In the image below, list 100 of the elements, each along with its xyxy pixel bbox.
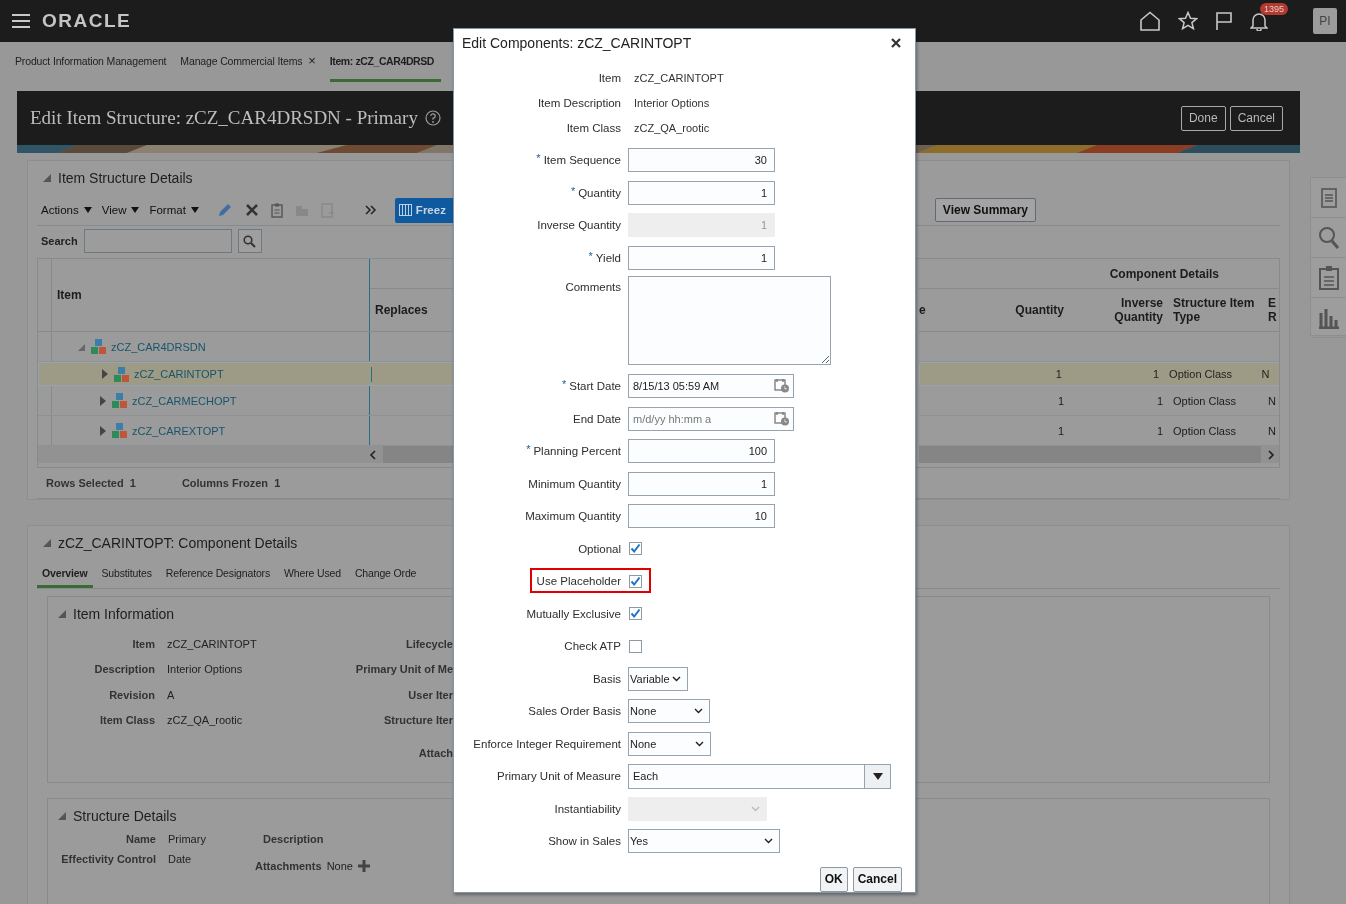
field-label: Enforce Integer Requirement	[473, 737, 621, 750]
star-icon[interactable]	[1178, 11, 1198, 31]
field-value: Primary	[168, 833, 207, 845]
dropdown[interactable]: None	[628, 731, 711, 756]
tab[interactable]: Reference Designators	[160, 560, 276, 588]
collapse-icon[interactable]	[42, 538, 52, 548]
number-field[interactable]: 1	[628, 180, 775, 205]
tab[interactable]: Where Used	[279, 560, 346, 588]
dialog-title: Edit Components: zCZ_CARINTOPT	[462, 35, 692, 51]
flag-icon[interactable]	[1215, 11, 1233, 31]
more-icon[interactable]	[364, 204, 377, 216]
required-mark: *	[561, 378, 567, 391]
help-icon[interactable]	[424, 110, 441, 126]
column-header: Inverse Quantity	[1113, 296, 1163, 324]
nav-tab[interactable]: Product Information Management	[15, 42, 174, 82]
chevron-icon	[672, 675, 681, 682]
field-label: Primary Unit of Me	[355, 662, 453, 678]
clipboard-icon[interactable]	[270, 202, 283, 218]
chevron-icon	[751, 805, 760, 812]
document-icon	[1320, 187, 1337, 208]
dropdown[interactable]: None	[628, 699, 710, 724]
chevron-icon	[764, 838, 773, 845]
date-field[interactable]: m/d/yy hh:mm a	[628, 406, 794, 431]
scrollbar[interactable]	[919, 446, 1261, 463]
pencil-icon[interactable]	[216, 202, 233, 218]
column-header: Quantity	[1015, 303, 1064, 317]
item-structure-icon	[114, 366, 129, 382]
scrollbar[interactable]	[383, 446, 454, 463]
calendar-icon[interactable]	[774, 410, 790, 426]
dropdown[interactable]: Variable	[628, 666, 688, 691]
chevron-icon	[695, 740, 704, 747]
number-field[interactable]: 30	[628, 148, 775, 173]
search-button[interactable]	[237, 229, 262, 253]
expand-icon[interactable]	[99, 425, 107, 436]
required-mark: *	[588, 249, 593, 262]
page-title: Edit Item Structure: zCZ_CAR4DRSDN - Primary	[30, 107, 418, 129]
menu-icon[interactable]	[12, 14, 30, 28]
add-icon[interactable]	[357, 860, 370, 872]
number-field[interactable]: 1	[628, 245, 775, 270]
field-label: Sales Order Basis	[528, 705, 621, 718]
home-icon[interactable]	[1139, 11, 1161, 31]
table-cell: N	[1268, 423, 1276, 438]
table-status: Rows Selected 1	[46, 477, 136, 489]
bar-chart-icon	[1317, 306, 1340, 329]
combo-field[interactable]: Each	[628, 763, 891, 789]
menu-button[interactable]: View	[97, 204, 144, 216]
dialog-button[interactable]: Cancel	[852, 866, 902, 892]
comments-field[interactable]	[628, 276, 831, 365]
nav-tab[interactable]: Manage Commercial Items ×	[180, 42, 323, 82]
required-mark: *	[526, 443, 531, 456]
number-field[interactable]: 1	[628, 471, 775, 496]
dialog-button[interactable]: OK	[819, 866, 848, 892]
number-field[interactable]: 10	[628, 504, 775, 529]
checkbox[interactable]	[629, 574, 642, 588]
caret-icon	[872, 772, 883, 780]
collapse-icon[interactable]	[57, 811, 67, 821]
bell-icon[interactable]	[1250, 11, 1268, 31]
field-label: Description	[93, 663, 155, 676]
header-button[interactable]: Done	[1180, 105, 1226, 131]
tab[interactable]: Substitutes	[96, 560, 157, 588]
field-label: Name	[125, 833, 156, 845]
tab[interactable]: Change Orde	[349, 560, 422, 588]
header-button[interactable]: Cancel	[1229, 105, 1283, 131]
tab[interactable]: Overview	[37, 560, 93, 588]
panel-title: Item Structure Details	[58, 170, 193, 186]
calendar-icon[interactable]	[774, 378, 790, 394]
field-label: Yield	[595, 251, 621, 264]
expand-icon[interactable]	[99, 395, 107, 406]
nav-tab[interactable]: Item: zCZ_CAR4DRSD	[329, 42, 442, 82]
field-label: End Date	[573, 412, 621, 425]
panel-title: zCZ_CARINTOPT: Component Details	[58, 535, 298, 551]
number-field[interactable]: 100	[628, 439, 775, 464]
menu-button[interactable]: Actions	[37, 204, 96, 216]
checkbox[interactable]	[629, 607, 642, 621]
panel-title: Item Information	[73, 606, 175, 622]
field-label: Revision	[108, 688, 155, 701]
checkbox[interactable]	[629, 639, 642, 653]
expand-icon[interactable]	[101, 369, 109, 379]
menu-button[interactable]: Format	[145, 204, 203, 216]
column-header: Item	[57, 288, 82, 302]
date-field[interactable]: 8/15/13 05:59 AM	[628, 374, 794, 399]
logo[interactable]: ORACLE	[42, 10, 132, 32]
scroll-right-icon[interactable]	[1267, 449, 1275, 460]
dropdown-button[interactable]	[864, 764, 890, 788]
table-cell: Option Class	[1173, 424, 1236, 437]
field-label: Start Date	[569, 380, 621, 393]
search-field[interactable]	[83, 229, 232, 253]
field-label: Planning Percent	[533, 445, 621, 458]
collapse-icon[interactable]	[42, 173, 52, 183]
dropdown[interactable]: Yes	[628, 829, 780, 854]
close-icon[interactable]	[891, 38, 901, 48]
caret-icon	[131, 207, 140, 213]
table-cell: 1	[1057, 424, 1064, 437]
collapse-icon[interactable]	[57, 609, 67, 619]
checkbox[interactable]	[629, 542, 642, 556]
scroll-left-icon[interactable]	[369, 449, 377, 460]
view-summary-button[interactable]: View Summary	[934, 198, 1036, 222]
close-icon[interactable]: ×	[308, 53, 316, 68]
user-avatar[interactable]: PI	[1313, 8, 1337, 34]
column-header: Replaces	[375, 303, 428, 317]
